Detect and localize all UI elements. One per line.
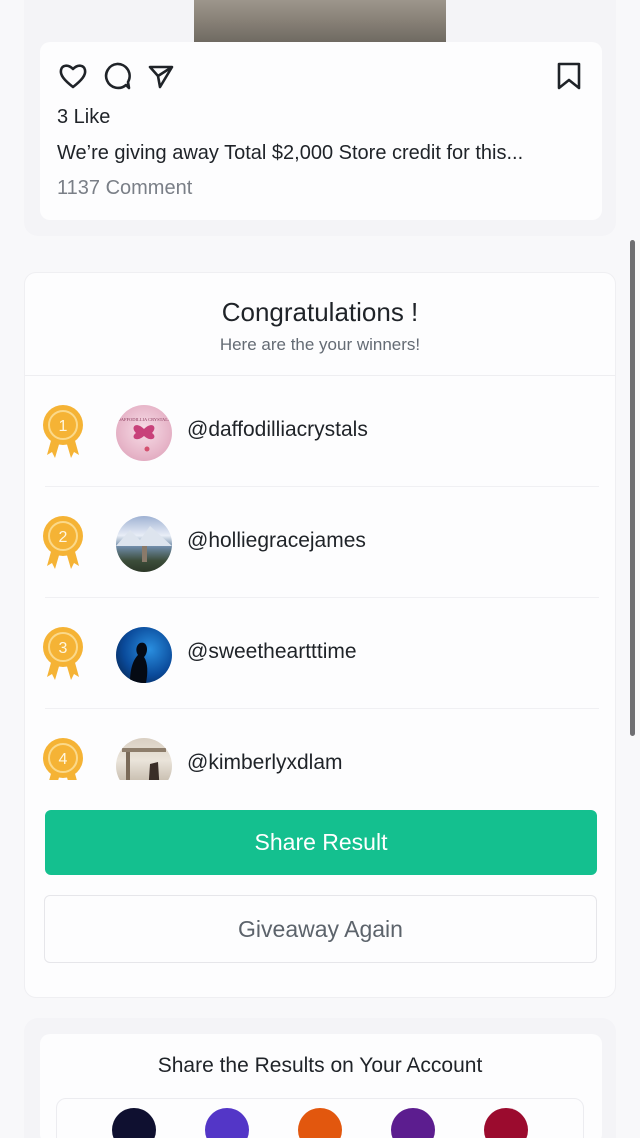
room-photo bbox=[122, 748, 166, 780]
silhouette-photo bbox=[130, 642, 148, 683]
medal-rank: 1 bbox=[59, 418, 68, 435]
scrollbar[interactable] bbox=[630, 240, 635, 736]
medal-icon: 1 bbox=[43, 405, 83, 458]
page: 3 Like We’re giving away Total $2,000 St… bbox=[0, 0, 640, 1138]
send-icon[interactable] bbox=[145, 60, 177, 92]
winner-row[interactable]: 1 DAFFODILLIA CRYSTALS @daffodilliacryst… bbox=[25, 376, 615, 487]
winners-subtitle: Here are the your winners! bbox=[219, 335, 421, 354]
avatar[interactable] bbox=[116, 738, 172, 780]
comment-count[interactable]: 1137 Comment bbox=[57, 177, 192, 200]
comment-icon[interactable] bbox=[101, 60, 133, 92]
medal-icon: 2 bbox=[43, 516, 83, 569]
winner-username[interactable]: @kimberlyxdlam bbox=[187, 751, 343, 775]
winner-list[interactable]: 1 DAFFODILLIA CRYSTALS @daffodilliacryst… bbox=[25, 376, 615, 780]
post-actions bbox=[57, 60, 177, 92]
avatar[interactable]: DAFFODILLIA CRYSTALS bbox=[116, 405, 172, 461]
medal-icon: 3 bbox=[43, 627, 83, 680]
medal-rank: 2 bbox=[59, 529, 68, 546]
winner-username[interactable]: @sweetheartttime bbox=[187, 640, 357, 664]
winner-username[interactable]: @holliegracejames bbox=[187, 529, 366, 553]
heart-icon[interactable] bbox=[57, 60, 89, 92]
giveaway-again-button[interactable]: Giveaway Again bbox=[44, 895, 597, 963]
medal-rank: 4 bbox=[59, 751, 68, 768]
butterfly-logo: DAFFODILLIA CRYSTALS bbox=[117, 417, 171, 452]
winner-row[interactable]: 3 @sweetheartttime bbox=[25, 598, 615, 709]
avatar[interactable] bbox=[116, 516, 172, 572]
winner-username[interactable]: @daffodilliacrystals bbox=[187, 418, 368, 442]
share-result-button[interactable]: Share Result bbox=[45, 810, 597, 875]
winner-row[interactable]: 4 @kimberlyxdlam bbox=[25, 709, 615, 780]
winners-card: Congratulations ! Here are the your winn… bbox=[24, 272, 616, 998]
medal-rank: 3 bbox=[59, 640, 68, 657]
mountain-photo bbox=[116, 526, 172, 562]
post-caption[interactable]: We’re giving away Total $2,000 Store cre… bbox=[57, 142, 523, 165]
medal-icon: 4 bbox=[43, 738, 83, 780]
congratulations-title: Congratulations ! bbox=[221, 297, 419, 327]
svg-text:DAFFODILLIA CRYSTALS: DAFFODILLIA CRYSTALS bbox=[117, 417, 171, 422]
winner-row[interactable]: 2 @holliegracejames bbox=[25, 487, 615, 598]
avatar[interactable] bbox=[116, 627, 172, 683]
share-account-title: Share the Results on Your Account bbox=[157, 1054, 483, 1077]
post-image[interactable] bbox=[194, 0, 446, 42]
like-count[interactable]: 3 Like bbox=[57, 106, 110, 129]
bookmark-icon[interactable] bbox=[553, 60, 585, 92]
